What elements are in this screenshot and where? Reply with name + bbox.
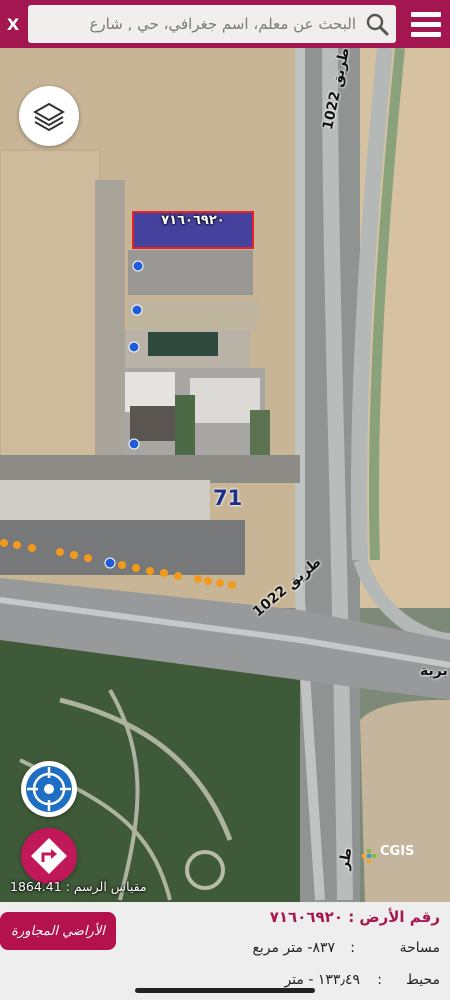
directions-button[interactable] xyxy=(21,828,77,884)
neighboring-lands-button[interactable]: الأراضي المجاورة xyxy=(0,912,116,950)
close-button[interactable]: X xyxy=(0,0,26,48)
land-number: رقم الأرض : ٧١٦٠٦٩٢٠ xyxy=(269,908,440,926)
search-placeholder: البحث عن معلم، اسم جغرافي، حي , شارع xyxy=(89,15,356,33)
area-label: مساحة xyxy=(399,940,440,956)
road-label: برية xyxy=(420,663,448,679)
map-scale: مقياس الرسم : 1864.41 xyxy=(10,879,147,894)
area-separator: : xyxy=(350,940,355,956)
top-bar: X البحث عن معلم، اسم جغرافي، حي , شارع xyxy=(0,0,450,48)
crosshair-icon xyxy=(26,766,72,812)
layers-button[interactable] xyxy=(19,86,79,146)
home-indicator xyxy=(135,988,315,993)
menu-bar-icon xyxy=(411,32,441,37)
cgis-logo-text: CGIS xyxy=(380,844,415,859)
cgis-logo: CGIS xyxy=(360,842,426,868)
parcel-label: ٧١٦٠٦٩٢٠ xyxy=(161,213,225,228)
search-icon[interactable] xyxy=(364,11,390,37)
menu-button[interactable] xyxy=(402,4,448,44)
menu-bar-icon xyxy=(411,22,441,27)
search-input[interactable]: البحث عن معلم، اسم جغرافي، حي , شارع xyxy=(28,5,396,43)
road-number-label: 71 xyxy=(213,486,243,510)
selected-parcel[interactable]: ٧١٦٠٦٩٢٠ xyxy=(132,211,254,249)
perimeter-separator: : xyxy=(377,972,382,988)
locate-me-button[interactable] xyxy=(21,761,77,817)
perimeter-label: محيط xyxy=(405,972,440,988)
perimeter-value: ١٣٣٫٤٩ - متر xyxy=(284,972,360,988)
menu-bar-icon xyxy=(411,12,441,17)
directions-icon xyxy=(31,838,67,874)
map-view[interactable]: ٧١٦٠٦٩٢٠ 71 طريق 1022 طريق 1022 برية طر … xyxy=(0,48,450,902)
area-value: ٨٣٧- متر مربع xyxy=(252,940,335,956)
layers-icon xyxy=(32,102,66,132)
